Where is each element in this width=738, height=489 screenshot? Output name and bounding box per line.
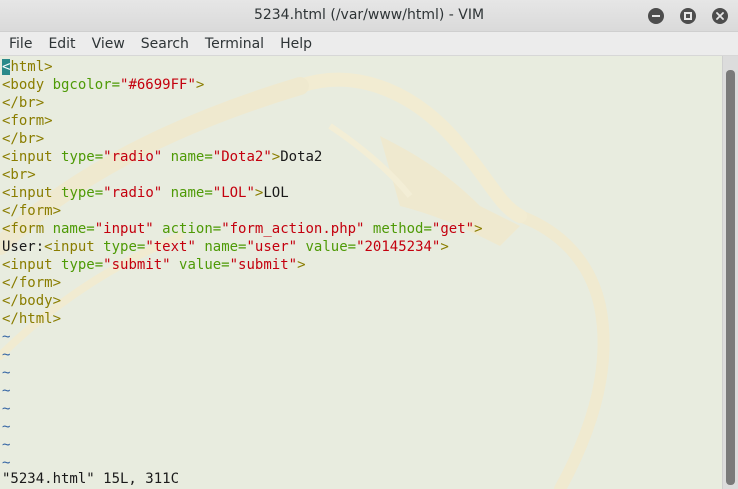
code-token: "form_action.php" xyxy=(221,221,365,237)
code-token: "#6699FF" xyxy=(120,77,196,93)
vim-window: 5234.html (/var/www/html) - VIM File Edi… xyxy=(0,0,738,489)
code-token: > xyxy=(195,77,205,93)
code-line: <input type="radio" name="LOL">LOL xyxy=(2,184,483,202)
menu-search[interactable]: Search xyxy=(133,32,197,56)
code-token: "radio" xyxy=(103,185,163,201)
code-token: Dota2 xyxy=(280,149,323,165)
maximize-button[interactable] xyxy=(680,8,696,24)
menu-bar: File Edit View Search Terminal Help xyxy=(0,32,738,56)
code-token: User: xyxy=(2,239,45,255)
close-button[interactable] xyxy=(712,8,728,24)
window-title: 5234.html (/var/www/html) - VIM xyxy=(253,7,485,23)
code-token: "text" xyxy=(145,239,196,255)
code-token: > xyxy=(440,239,449,255)
code-line: </form> xyxy=(2,202,483,220)
menu-terminal[interactable]: Terminal xyxy=(197,32,272,56)
code-token: type= xyxy=(103,239,146,255)
minimize-icon xyxy=(652,15,660,17)
code-token: > xyxy=(474,221,483,237)
code-token: method= xyxy=(364,221,432,237)
code-line: </html> xyxy=(2,310,483,328)
code-token: </form> xyxy=(2,203,62,219)
empty-line-marker: ~ xyxy=(2,383,11,399)
code-line: <form name="input" action="form_action.p… xyxy=(2,220,483,238)
code-line: </br> xyxy=(2,94,483,112)
code-line: <body bgcolor="#6699FF"> xyxy=(2,76,483,94)
menu-view[interactable]: View xyxy=(84,32,133,56)
code-token: <form> xyxy=(2,113,53,129)
code-line: </form> xyxy=(2,274,483,292)
code-token: "LOL" xyxy=(212,185,255,201)
code-token: "Dota2" xyxy=(212,149,272,165)
menu-help[interactable]: Help xyxy=(272,32,320,56)
empty-line-marker: ~ xyxy=(2,329,11,345)
code-token: </html> xyxy=(2,311,62,327)
code-line: <input type="submit" value="submit"> xyxy=(2,256,483,274)
code-token: name= xyxy=(52,221,95,237)
code-token: type= xyxy=(61,257,104,273)
code-token: name= xyxy=(162,185,213,201)
code-token: "submit" xyxy=(103,257,171,273)
status-line: "5234.html" 15L, 311C xyxy=(2,471,180,487)
menu-edit[interactable]: Edit xyxy=(40,32,83,56)
code-line: </br> xyxy=(2,130,483,148)
empty-line-marker: ~ xyxy=(2,347,11,363)
code-token: <input xyxy=(2,185,62,201)
empty-line-marker: ~ xyxy=(2,401,11,417)
code-token: html> xyxy=(10,59,53,75)
code-token: </body> xyxy=(2,293,62,309)
code-token: </br> xyxy=(2,95,45,111)
code-token: "radio" xyxy=(103,149,163,165)
code-line: <br> xyxy=(2,166,483,184)
code-token: "submit" xyxy=(229,257,298,273)
code-token: bgcolor= xyxy=(52,77,121,93)
code-token: type= xyxy=(61,149,104,165)
code-token: <form xyxy=(2,221,53,237)
scrollbar-thumb[interactable] xyxy=(726,70,735,485)
code-line: <form> xyxy=(2,112,483,130)
code-token: LOL xyxy=(263,185,289,201)
code-line: </body> xyxy=(2,292,483,310)
code-token: > xyxy=(271,149,281,165)
code-token: <body xyxy=(2,77,53,93)
code-token: name= xyxy=(195,239,247,255)
scrollbar[interactable] xyxy=(722,56,738,489)
empty-line-marker: ~ xyxy=(2,365,11,381)
code-token: action= xyxy=(153,221,222,237)
code-token: </br> xyxy=(2,131,45,147)
code-token: "input" xyxy=(94,221,154,237)
code-token: "user" xyxy=(246,239,298,255)
code-token: > xyxy=(297,257,306,273)
code-token: name= xyxy=(162,149,213,165)
code-token: value= xyxy=(297,239,357,255)
code-token: <br> xyxy=(2,167,36,183)
code-line: User:<input type="text" name="user" valu… xyxy=(2,238,483,256)
maximize-icon xyxy=(684,12,692,20)
empty-line-marker: ~ xyxy=(2,437,11,453)
minimize-button[interactable] xyxy=(648,8,664,24)
terminal-area[interactable]: <html> <body bgcolor="#6699FF"> </br> <form… xyxy=(0,56,722,489)
code-token: </form> xyxy=(2,275,62,291)
code-token: "get" xyxy=(431,221,475,237)
close-icon xyxy=(716,12,724,20)
code-token: "20145234" xyxy=(356,239,441,255)
code-buffer[interactable]: <html> <body bgcolor="#6699FF"> </br> <form… xyxy=(2,58,483,472)
code-line: <html> xyxy=(2,58,483,76)
code-line: <input type="radio" name="Dota2">Dota2 xyxy=(2,148,483,166)
code-token: value= xyxy=(170,257,230,273)
code-token: <input xyxy=(44,239,104,255)
code-token: <input xyxy=(2,257,62,273)
menu-file[interactable]: File xyxy=(0,32,40,56)
code-token: <input xyxy=(2,149,62,165)
title-bar[interactable]: 5234.html (/var/www/html) - VIM xyxy=(0,0,738,32)
code-token: type= xyxy=(61,185,104,201)
empty-line-marker: ~ xyxy=(2,419,11,435)
